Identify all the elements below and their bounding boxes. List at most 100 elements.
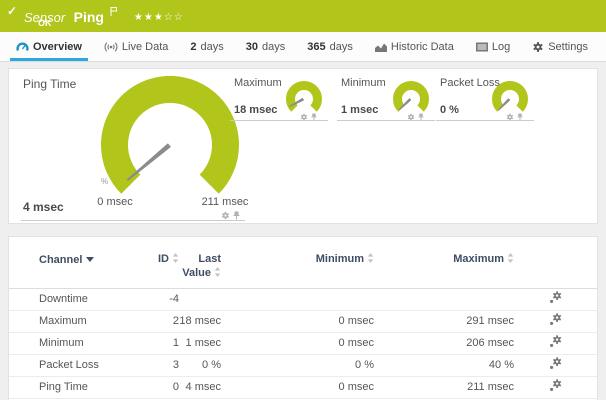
table-header-row: Channel ID Last Value Minimum Maximum [9, 237, 597, 288]
mini-gauge-title: Minimum [341, 77, 386, 89]
mini-gauge-title: Maximum [234, 77, 282, 89]
channel-name: Minimum [9, 332, 139, 354]
tab-log[interactable]: Log [470, 32, 516, 61]
chart-icon [375, 42, 387, 52]
divider [337, 120, 435, 121]
column-header-maximum[interactable]: Maximum [374, 237, 514, 288]
column-label: Maximum [453, 253, 504, 265]
channel-name: Maximum [9, 310, 139, 332]
tab-label: days [201, 41, 224, 53]
tab-live-data[interactable]: Live Data [98, 32, 174, 61]
sensor-name: Ping [74, 9, 104, 25]
maximum-value: 40 % [374, 354, 514, 376]
gauge-settings-gear-icon[interactable] [221, 207, 230, 225]
tab-number: 30 [246, 41, 258, 53]
tab-label: Overview [33, 41, 82, 53]
tab-label: days [262, 41, 285, 53]
tab-label: Log [492, 41, 510, 53]
minimum-value: 0 msec [221, 310, 374, 332]
stars-filled: ★★★ [134, 12, 164, 23]
live-data-icon [104, 42, 118, 52]
tab-bar: Overview Live Data 2 days 30 days 365 da… [0, 32, 606, 62]
flag-icon [110, 3, 117, 21]
gauges-panel: Ping Time % 0 msec 211 msec 4 msec Maxim… [8, 68, 598, 224]
table-row-maximum[interactable]: Maximum 2 18 msec 0 msec 291 msec [9, 310, 597, 332]
tab-historic-data[interactable]: Historic Data [369, 32, 460, 61]
column-label: ID [158, 253, 169, 265]
sort-caret-icon [86, 253, 94, 267]
main-gauge-value: 4 msec [23, 200, 64, 214]
channel-settings-icon[interactable] [549, 339, 562, 351]
mini-gauge-value: 0 % [440, 104, 459, 116]
column-header-id[interactable]: ID [139, 237, 179, 288]
minimum-value: 0 msec [221, 332, 374, 354]
tab-overview[interactable]: Overview [10, 32, 88, 61]
tab-2-days[interactable]: 2 days [184, 32, 229, 61]
minimum-value [221, 288, 374, 310]
channel-id: 0 [139, 376, 179, 398]
tab-label: days [330, 41, 353, 53]
tab-365-days[interactable]: 365 days [301, 32, 359, 61]
pin-icon[interactable] [418, 108, 424, 126]
pin-icon[interactable] [517, 108, 523, 126]
channel-settings-icon[interactable] [549, 295, 562, 307]
sort-icon [507, 254, 514, 266]
ok-checkmark-icon: ✓ [7, 4, 17, 18]
channel-id: 2 [139, 310, 179, 332]
ping-time-gauge [95, 76, 245, 211]
status-badge: OK [38, 18, 52, 28]
priority-stars[interactable]: ★★★☆☆ [134, 12, 184, 23]
tab-number: 365 [307, 41, 325, 53]
gauge-settings-gear-icon[interactable] [300, 108, 308, 126]
mini-gauge-minimum: Minimum 1 msec [337, 77, 437, 125]
channel-settings-icon[interactable] [549, 383, 562, 395]
gauge-settings-gear-icon[interactable] [407, 108, 415, 126]
last-value: 1 msec [179, 332, 221, 354]
channel-id: 3 [139, 354, 179, 376]
tab-30-days[interactable]: 30 days [240, 32, 292, 61]
gauge-settings-gear-icon[interactable] [506, 108, 514, 126]
channel-id: -4 [139, 288, 179, 310]
column-header-channel[interactable]: Channel [9, 237, 139, 288]
column-label: Channel [39, 254, 82, 266]
pin-icon[interactable] [311, 108, 317, 126]
gauge-min-label: 0 msec [85, 196, 145, 208]
channel-table: Channel ID Last Value Minimum Maximum [9, 237, 597, 399]
sort-icon [172, 254, 179, 266]
log-icon [476, 42, 488, 52]
mini-gauge-value: 1 msec [341, 104, 378, 116]
table-row-minimum[interactable]: Minimum 1 1 msec 0 msec 206 msec [9, 332, 597, 354]
gauge-icon [16, 41, 29, 52]
channel-id: 1 [139, 332, 179, 354]
last-value: 18 msec [179, 310, 221, 332]
tab-number: 2 [190, 41, 196, 53]
channel-table-panel: Channel ID Last Value Minimum Maximum [8, 236, 598, 400]
mini-gauge-value: 18 msec [234, 104, 277, 116]
table-row-packet-loss[interactable]: Packet Loss 3 0 % 0 % 40 % [9, 354, 597, 376]
minimum-value: 0 msec [221, 376, 374, 398]
channel-name: Packet Loss [9, 354, 139, 376]
channel-name: Downtime [9, 288, 139, 310]
channel-settings-icon[interactable] [549, 317, 562, 329]
maximum-value: 206 msec [374, 332, 514, 354]
gauge-scale-marker-icon: % [101, 177, 108, 186]
tab-settings[interactable]: Settings [526, 32, 594, 61]
divider [230, 120, 328, 121]
last-value: 4 msec [179, 376, 221, 398]
column-header-actions [514, 237, 597, 288]
divider [436, 120, 534, 121]
divider [21, 220, 245, 221]
channel-settings-icon[interactable] [549, 361, 562, 373]
tab-label: Historic Data [391, 41, 454, 53]
table-row-downtime[interactable]: Downtime -4 [9, 288, 597, 310]
column-header-minimum[interactable]: Minimum [221, 237, 374, 288]
pin-icon[interactable] [233, 207, 240, 225]
table-row-ping-time[interactable]: Ping Time 0 4 msec 0 msec 211 msec [9, 376, 597, 398]
last-value [179, 288, 221, 310]
column-header-last-value[interactable]: Last Value [179, 237, 221, 288]
tab-label: Settings [548, 41, 588, 53]
tab-label: Live Data [122, 41, 168, 53]
sort-icon [367, 254, 374, 266]
gear-icon [532, 41, 544, 53]
minimum-value: 0 % [221, 354, 374, 376]
